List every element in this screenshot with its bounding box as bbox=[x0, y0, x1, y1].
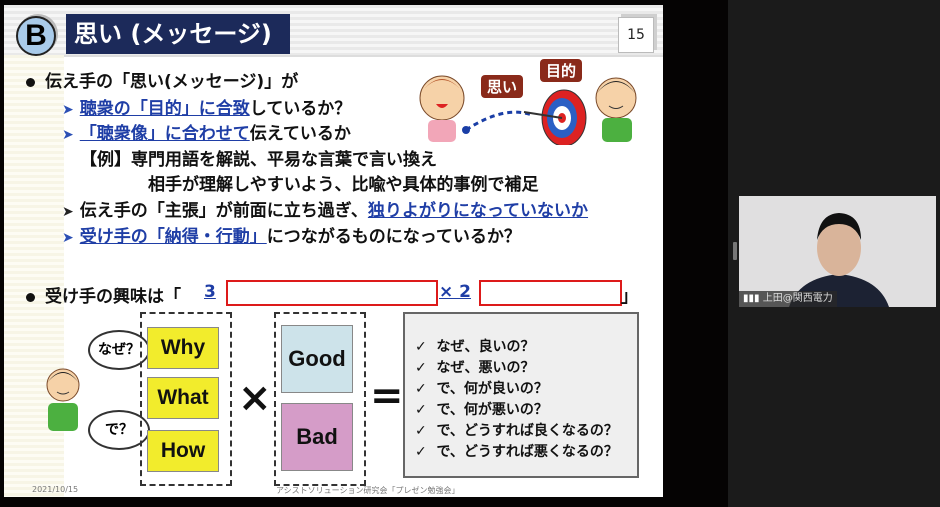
arrow-icon: ➤ bbox=[62, 204, 74, 220]
result-item: ✓ で、どうすれば良くなるの？ bbox=[415, 423, 618, 439]
shared-slide: B 思い (メッセージ) 15 思い 目的 伝え手の「思い(メッセージ)」が ➤… bbox=[4, 5, 663, 497]
thinking-man-icon bbox=[46, 368, 80, 431]
bullet-dot bbox=[26, 77, 35, 87]
man-icon bbox=[595, 77, 637, 142]
bullet-message: 伝え手の「思い(メッセージ)」が bbox=[26, 67, 298, 92]
arrow-icon: ➤ bbox=[62, 102, 74, 118]
factor-three: 3 bbox=[204, 282, 216, 302]
darts-illustration bbox=[419, 75, 637, 145]
tile-good: Good bbox=[281, 325, 353, 393]
footer-organization: アシストソリューション研究会「プレゼン勉強会」 bbox=[276, 486, 460, 495]
example-line-2: 相手が理解しやすいよう、比喩や具体的事例で補足 bbox=[148, 175, 539, 195]
sub-item-action: ➤ 受け手の「納得・行動」につながるものになっているか？ bbox=[62, 227, 521, 247]
arrow-icon: ➤ bbox=[62, 230, 74, 246]
signal-strength-icon: ▮▮▮ bbox=[743, 293, 760, 304]
section-badge: B bbox=[16, 16, 56, 56]
slide-title: 思い (メッセージ) bbox=[66, 14, 290, 54]
tile-what: What bbox=[147, 377, 219, 419]
footer-date: 2021/10/15 bbox=[32, 485, 79, 494]
sub-item-audience: ➤ 「聴衆像」に合わせて伝えているか bbox=[62, 124, 351, 144]
tile-how: How bbox=[147, 430, 219, 472]
example-line-1: 【例】専門用語を解説、平易な言葉で言い換え bbox=[80, 150, 437, 170]
sub-item-purpose: ➤ 聴衆の「目的」に合致しているか？ bbox=[62, 99, 352, 119]
participant-name-tag: ▮▮▮ 上田@関西電力 bbox=[739, 291, 837, 307]
participant-video[interactable]: ▮▮▮ 上田@関西電力 bbox=[739, 196, 936, 307]
tile-bad: Bad bbox=[281, 403, 353, 471]
result-item: ✓ で、どうすれば悪くなるの？ bbox=[415, 444, 618, 460]
factor-two: × 2 bbox=[439, 282, 471, 302]
bullet-dot bbox=[26, 292, 35, 302]
target-icon bbox=[523, 89, 587, 145]
close-bracket: 」 bbox=[621, 287, 638, 307]
answer-blank-1 bbox=[226, 280, 438, 306]
result-item: ✓ なぜ、悪いの？ bbox=[415, 360, 535, 376]
sub-item-self-centered: ➤ 伝え手の「主張」が前面に立ち過ぎ、独りよがりになっていないか bbox=[62, 201, 589, 221]
result-box: ✓ なぜ、良いの？ ✓ なぜ、悪いの？ ✓ で、何が良いの？ ✓ で、何が悪いの… bbox=[403, 312, 639, 478]
times-sign: × bbox=[238, 375, 272, 421]
tile-why: Why bbox=[147, 327, 219, 369]
result-item: ✓ で、何が良いの？ bbox=[415, 381, 548, 397]
arrow-icon: ➤ bbox=[62, 127, 74, 143]
thought-tag: 思い bbox=[481, 75, 524, 98]
panel-resize-handle[interactable] bbox=[733, 242, 737, 260]
goal-tag: 目的 bbox=[540, 59, 583, 82]
result-item: ✓ で、何が悪いの？ bbox=[415, 402, 548, 418]
girl-icon bbox=[419, 75, 465, 142]
answer-blank-2 bbox=[479, 280, 622, 306]
equals-sign: = bbox=[370, 373, 404, 419]
result-item: ✓ なぜ、良いの？ bbox=[415, 339, 535, 355]
page-number: 15 bbox=[618, 17, 654, 53]
bullet-interest: 受け手の興味は「 bbox=[26, 282, 181, 307]
